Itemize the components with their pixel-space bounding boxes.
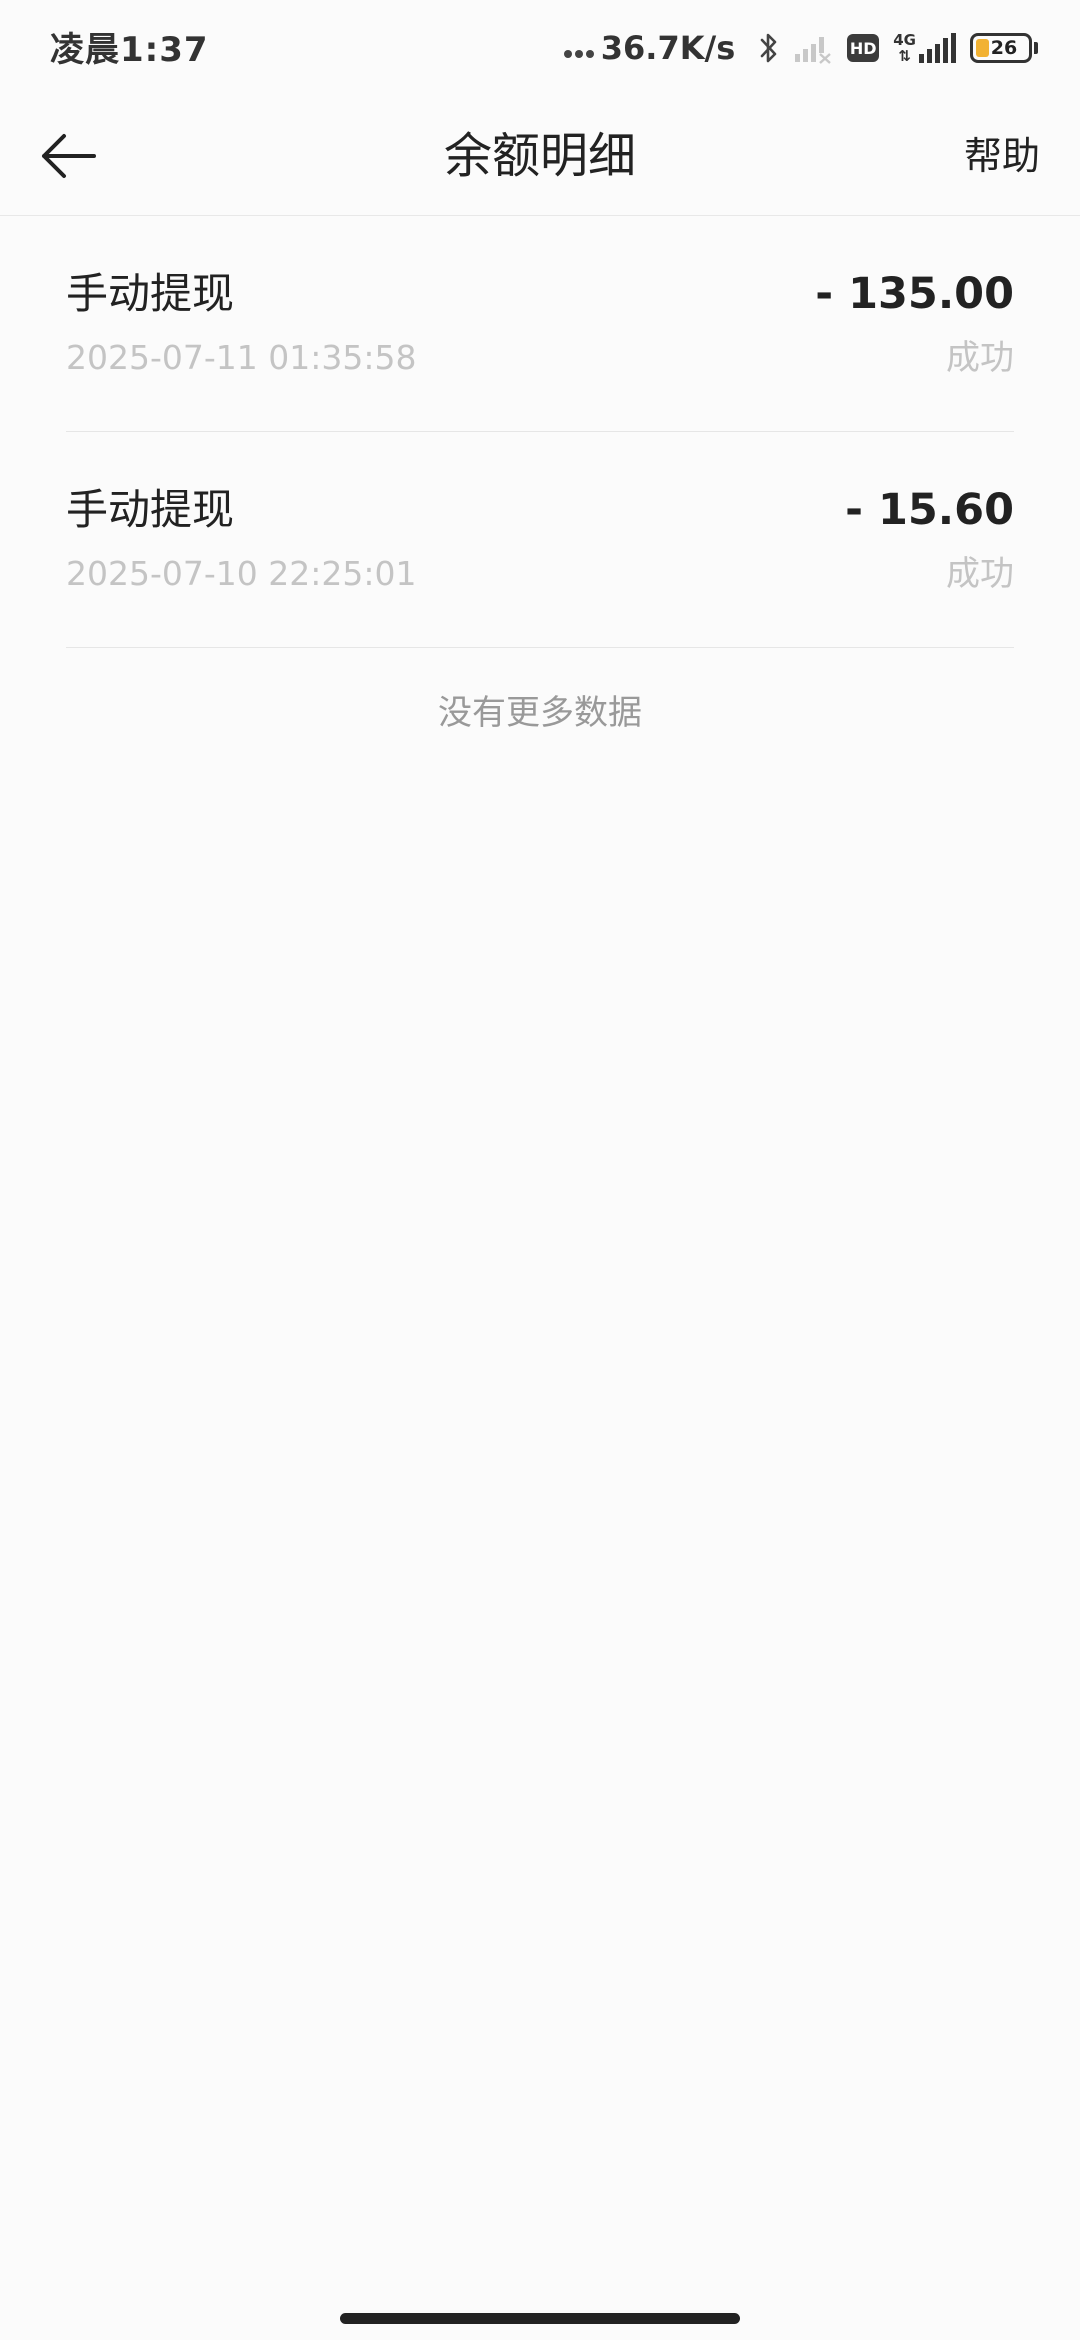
record-title: 手动提现 — [66, 269, 235, 318]
more-dots-icon — [563, 38, 597, 58]
no-more-data-text: 没有更多数据 — [438, 693, 642, 733]
record-time: 2025-07-10 22:25:01 — [66, 554, 417, 593]
network-type: 4G — [893, 31, 916, 49]
battery-fill — [976, 39, 989, 57]
record-status: 成功 — [946, 338, 1014, 378]
data-arrows-icon: ⇅ — [898, 47, 911, 65]
battery-icon: 26 — [970, 33, 1038, 63]
record-status: 成功 — [946, 554, 1014, 594]
list-item[interactable]: 手动提现 2025-07-11 01:35:58 - 135.00 成功 — [66, 216, 1014, 432]
mobile-signal-icon: 4G ⇅ — [893, 32, 956, 64]
home-indicator[interactable] — [340, 2313, 740, 2324]
record-list: 手动提现 2025-07-11 01:35:58 - 135.00 成功 手动提… — [66, 216, 1014, 648]
record-amount: - 15.60 — [845, 485, 1014, 535]
bluetooth-icon — [759, 31, 779, 65]
battery-level: 26 — [990, 37, 1018, 59]
nav-bar: 余额明细 帮助 — [0, 96, 1080, 216]
status-icons: 36.7K/s HD 4G ⇅ 26 — [563, 24, 1038, 72]
record-amount: - 135.00 — [815, 269, 1014, 319]
record-title: 手动提现 — [66, 485, 235, 534]
list-item[interactable]: 手动提现 2025-07-10 22:25:01 - 15.60 成功 — [66, 432, 1014, 648]
record-time: 2025-07-11 01:35:58 — [66, 338, 417, 377]
signal-disabled-icon — [793, 32, 833, 64]
page-title: 余额明细 — [443, 128, 636, 184]
network-speed: 36.7K/s — [600, 29, 736, 67]
status-bar: 凌晨1:37 36.7K/s HD 4G ⇅ 26 — [0, 0, 1080, 96]
hd-icon: HD — [847, 34, 880, 62]
status-time: 凌晨1:37 — [50, 30, 209, 70]
help-button[interactable]: 帮助 — [964, 130, 1040, 182]
